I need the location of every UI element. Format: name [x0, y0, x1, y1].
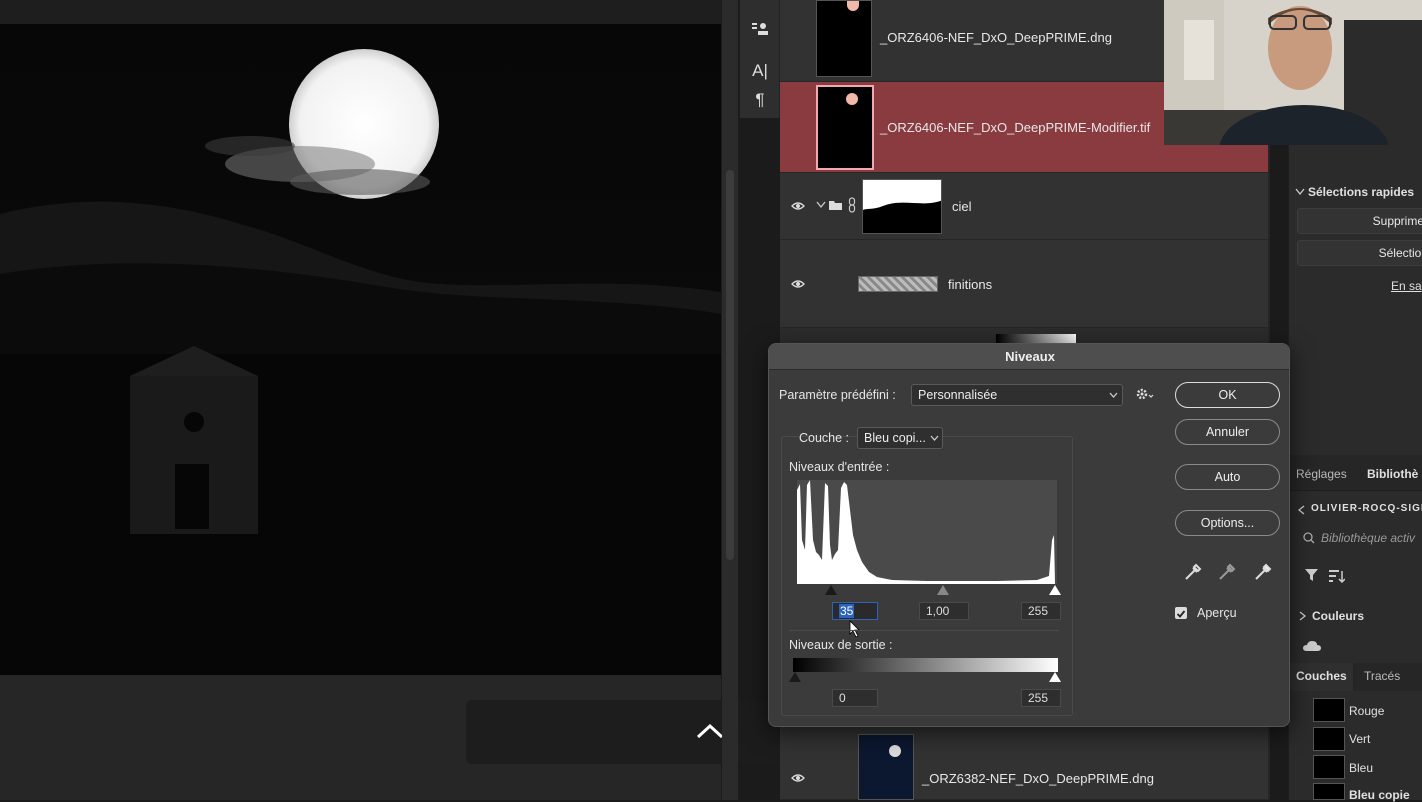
output-white-field[interactable]: 255 — [1021, 689, 1061, 707]
layer-row[interactable]: finitions — [780, 240, 1270, 328]
preset-label: Paramètre prédéfini : — [779, 388, 896, 402]
levels-dialog: Niveaux Paramètre prédéfini : Personnali… — [768, 343, 1290, 727]
channel-blue[interactable]: Bleu — [1349, 761, 1373, 775]
paragraph-icon[interactable]: ¶ — [740, 87, 780, 113]
channel-red[interactable]: Rouge — [1349, 704, 1384, 718]
chevron-left-icon[interactable] — [1298, 505, 1305, 515]
layer-name: ciel — [952, 199, 972, 214]
chapel-shape — [130, 346, 258, 534]
layer-row[interactable]: ciel — [780, 173, 1270, 240]
library-search-input[interactable]: Bibliothèque activ — [1321, 531, 1415, 545]
preview-label: Aperçu — [1197, 606, 1237, 620]
layer-name: finitions — [948, 277, 993, 292]
tab-libraries[interactable]: Bibliothè — [1367, 467, 1418, 481]
canvas-topbar — [0, 0, 721, 24]
gray-eyedropper-icon[interactable] — [1217, 560, 1237, 582]
output-black-slider[interactable] — [789, 672, 801, 682]
output-levels-label: Niveaux de sortie : — [789, 638, 893, 652]
white-eyedropper-icon[interactable] — [1253, 560, 1273, 582]
cancel-button[interactable]: Annuler — [1175, 419, 1280, 445]
preset-select[interactable]: Personnalisée — [911, 384, 1123, 406]
input-gamma-slider[interactable] — [937, 585, 949, 595]
gear-icon[interactable] — [1135, 387, 1155, 401]
remove-button[interactable]: Supprimer — [1297, 208, 1422, 234]
channel-value: Bleu copi... — [864, 431, 926, 445]
photo-image — [0, 24, 721, 675]
layer-mask-thumbnail — [862, 179, 942, 234]
channel-thumbnail — [1313, 698, 1345, 722]
output-white-slider[interactable] — [1049, 672, 1061, 682]
brush-preset-icon[interactable] — [740, 16, 780, 42]
divider — [789, 630, 1059, 631]
cloud-icon — [1303, 641, 1321, 651]
chevron-down-icon[interactable] — [1295, 188, 1305, 196]
webcam-video — [1164, 0, 1422, 145]
tab-paths[interactable]: Tracés — [1364, 669, 1400, 683]
input-black-value: 35 — [839, 604, 855, 618]
preset-value: Personnalisée — [918, 388, 998, 402]
layer-thumbnail — [858, 276, 938, 292]
layer-row[interactable]: _ORZ6382-NEF_DxO_DeepPRIME.dng — [780, 728, 1270, 800]
document-canvas[interactable] — [0, 0, 721, 800]
quick-actions-title: Sélections rapides — [1308, 185, 1415, 199]
sort-icon[interactable] — [1329, 569, 1345, 583]
black-eyedropper-icon[interactable] — [1183, 560, 1203, 582]
link-icon[interactable] — [848, 197, 856, 213]
channel-thumbnail — [1313, 755, 1345, 779]
character-icon[interactable]: A| — [740, 58, 780, 84]
layer-thumbnail — [816, 0, 872, 77]
channel-green[interactable]: Vert — [1349, 732, 1370, 746]
search-icon — [1303, 532, 1315, 544]
eye-icon[interactable] — [788, 768, 808, 788]
chevron-right-icon[interactable] — [1299, 611, 1306, 621]
options-button[interactable]: Options... — [1175, 510, 1280, 536]
output-black-field[interactable]: 0 — [832, 689, 878, 707]
library-name: OLIVIER-ROCQ-SIGN — [1311, 503, 1422, 514]
layer-name: _ORZ6382-NEF_DxO_DeepPRIME.dng — [922, 771, 1154, 786]
chevron-up-icon[interactable] — [695, 722, 725, 740]
layer-name: _ORZ6406-NEF_DxO_DeepPRIME.dng — [880, 30, 1112, 45]
layer-thumbnail — [858, 734, 914, 800]
input-white-slider[interactable] — [1049, 585, 1061, 595]
output-gradient — [793, 658, 1058, 672]
canvas-scrollbar[interactable] — [722, 0, 738, 800]
panel-toolstrip: A| ¶ — [740, 0, 780, 118]
tab-adjustments[interactable]: Réglages — [1296, 467, 1347, 481]
input-black-slider[interactable] — [825, 585, 837, 595]
histogram — [797, 480, 1057, 584]
layer-name: _ORZ6406-NEF_DxO_DeepPRIME-Modifier.tif — [880, 120, 1151, 135]
chevron-down-icon[interactable] — [816, 201, 826, 209]
eye-icon[interactable] — [788, 274, 808, 294]
input-levels-label: Niveaux d'entrée : — [789, 460, 890, 474]
channel-thumbnail — [1313, 727, 1345, 751]
histogram-graph — [797, 480, 1055, 584]
input-gamma-field[interactable]: 1,00 — [919, 602, 969, 620]
preview-checkbox[interactable] — [1175, 607, 1187, 619]
channel-thumbnail — [1313, 783, 1345, 800]
layer-thumbnail — [816, 85, 874, 170]
more-link[interactable]: En sa — [1391, 279, 1422, 293]
scrollbar-thumb[interactable] — [726, 170, 734, 560]
section-colors[interactable]: Couleurs — [1312, 609, 1364, 623]
input-black-field[interactable]: 35 — [832, 602, 878, 620]
photo-moon-chapel[interactable] — [0, 24, 721, 675]
channel-label: Couche : — [799, 431, 850, 445]
select-button[interactable]: Sélection — [1297, 240, 1422, 266]
chevron-down-icon — [930, 435, 939, 441]
tab-channels[interactable]: Couches — [1296, 669, 1347, 683]
ok-button[interactable]: OK — [1175, 382, 1280, 408]
input-white-field[interactable]: 255 — [1021, 602, 1061, 620]
right-panels: Sélections rapides Supprimer Sélection E… — [1288, 145, 1422, 802]
chevron-down-icon — [1109, 392, 1118, 398]
auto-button[interactable]: Auto — [1175, 464, 1280, 490]
filter-icon[interactable] — [1305, 569, 1318, 581]
folder-icon — [829, 201, 842, 210]
eye-icon[interactable] — [788, 196, 808, 216]
dialog-title: Niveaux — [769, 344, 1289, 370]
